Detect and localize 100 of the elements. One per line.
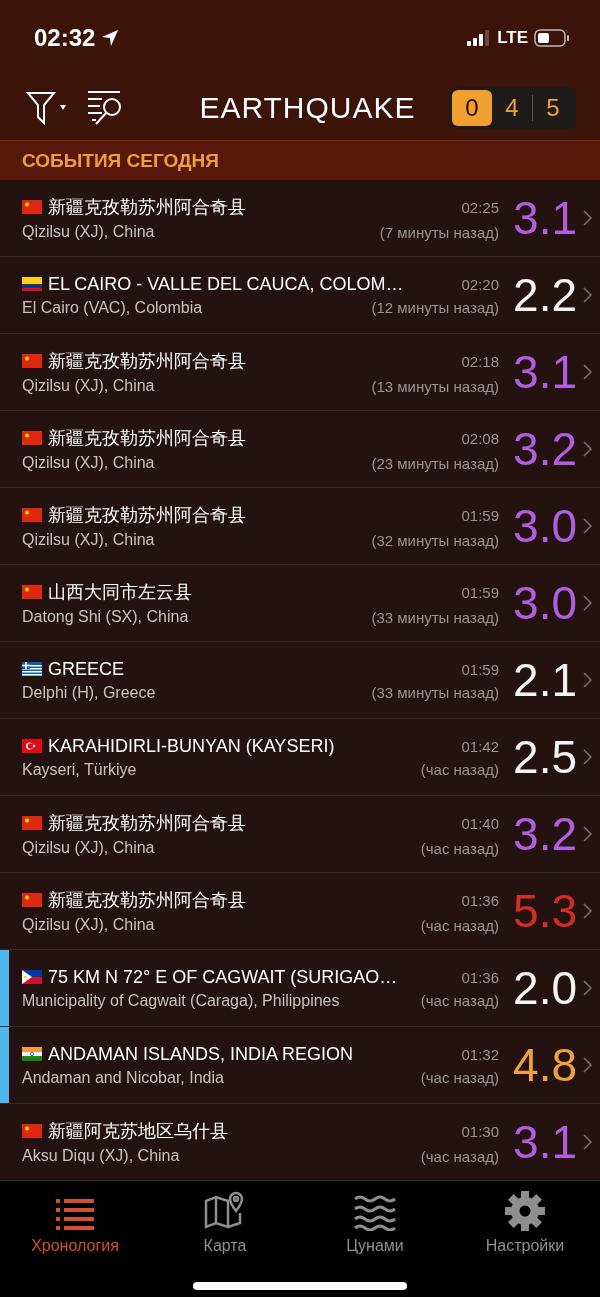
event-time: 02:18 [461,352,499,370]
event-title: GREECE [48,658,125,680]
event-time: 01:59 [461,506,499,524]
settings-icon [505,1191,545,1231]
event-row[interactable]: ANDAMAN ISLANDS, INDIA REGION 01:32 Andaman and Nicobar, India (час назад) 4.8 [0,1027,600,1104]
flag-icon [22,1124,42,1138]
event-time: 01:32 [461,1045,499,1063]
event-row[interactable]: GREECE 01:59 Delphi (H), Greece (33 минуты назад) 2.1 [0,642,600,719]
tab-bar-item[interactable]: Цунами [300,1191,450,1255]
tab-bar-item[interactable]: Хронология [0,1191,150,1255]
chevron-icon [583,826,592,842]
search-list-icon[interactable] [86,90,124,126]
time-ago: (час назад) [420,1147,499,1165]
chevron-icon [583,441,592,457]
section-header: СОБЫТИЯ СЕГОДНЯ [22,149,219,172]
flag-icon [22,816,42,830]
clock-time: 02:32 [34,24,96,52]
time-ago: (час назад) [420,916,499,934]
event-location: Qizilsu (XJ), China [22,839,155,857]
magnitude: 2.0 [512,965,577,1011]
event-location: Municipality of Cagwait (Caraga), Philippines [22,991,340,1010]
event-title: 新疆克孜勒苏州阿合奇县 [48,889,246,912]
event-title: 山西大同市左云县 [48,581,192,604]
flag-icon [22,431,42,445]
chevron-icon [583,210,592,226]
event-row[interactable]: 新疆克孜勒苏州阿合奇县 02:08 Qizilsu (XJ), China (23 минуты назад) 3.2 [0,411,600,488]
magnitude: 3.0 [512,503,577,549]
chevron-icon [583,980,592,996]
event-title: 新疆克孜勒苏州阿合奇县 [48,196,246,219]
event-time: 01:42 [461,737,499,755]
map-icon [204,1191,246,1231]
flag-icon [22,662,42,676]
event-location: El Cairo (VAC), Colombia [22,298,203,317]
magnitude: 3.1 [512,349,577,395]
event-time: 02:08 [461,429,499,447]
filter-icon[interactable] [26,91,68,125]
counter-segment[interactable]: 0 [452,90,492,126]
counter-segment[interactable]: 5 [533,90,573,126]
flag-icon [22,893,42,907]
magnitude: 2.2 [512,272,577,318]
event-time: 01:36 [461,891,499,909]
event-title: 新疆阿克苏地区乌什县 [48,1120,228,1143]
event-time: 01:59 [461,583,499,601]
event-location: Qizilsu (XJ), China [22,531,155,549]
time-ago: (час назад) [420,839,499,857]
event-row[interactable]: 新疆克孜勒苏州阿合奇县 02:25 Qizilsu (XJ), China (7 минуты назад) 3.1 [0,180,600,257]
event-row[interactable]: 山西大同市左云县 01:59 Datong Shi (SX), China (33 минуты назад) 3.0 [0,565,600,642]
magnitude: 3.1 [512,1119,577,1165]
chevron-icon [583,903,592,919]
chevron-icon [583,1134,592,1150]
flag-icon [22,1047,42,1061]
network-label: LTE [497,28,528,48]
time-ago: (час назад) [420,761,499,778]
counter-segment[interactable]: 4 [492,90,532,126]
time-ago: (33 минуты назад) [371,608,499,626]
event-location: Aksu Diqu (XJ), China [22,1147,180,1165]
list-icon [56,1199,94,1231]
chevron-icon [583,749,592,765]
time-ago: (23 минуты назад) [371,454,499,472]
chevron-icon [583,518,592,534]
event-row[interactable]: 新疆克孜勒苏州阿合奇县 01:36 Qizilsu (XJ), China (час назад) 5.3 [0,873,600,950]
time-ago: (час назад) [420,1069,499,1086]
event-row[interactable]: 新疆克孜勒苏州阿合奇县 02:18 Qizilsu (XJ), China (13 минуты назад) 3.1 [0,334,600,411]
battery-icon [534,29,570,47]
event-location: Qizilsu (XJ), China [22,454,155,472]
counter-segmented-control[interactable]: 0 4 5 [449,87,576,129]
event-time: 01:40 [461,814,499,832]
time-ago: (32 минуты назад) [371,531,499,549]
tab-bar-item[interactable]: Настройки [450,1191,600,1255]
flag-icon [22,508,42,522]
time-ago: (13 минуты назад) [371,377,499,395]
event-row[interactable]: 新疆克孜勒苏州阿合奇县 01:40 Qizilsu (XJ), China (час назад) 3.2 [0,796,600,873]
event-location: Andaman and Nicobar, India [22,1068,224,1087]
event-title: 新疆克孜勒苏州阿合奇县 [48,812,246,835]
event-title: ANDAMAN ISLANDS, INDIA REGION [48,1043,354,1065]
event-row[interactable]: KARAHIDIRLI-BUNYAN (KAYSERI) 01:42 Kayseri, Türkiye (час назад) 2.5 [0,719,600,796]
waves-icon [353,1195,397,1231]
event-location: Qizilsu (XJ), China [22,223,155,241]
magnitude: 2.1 [512,657,577,703]
magnitude: 4.8 [512,1042,577,1088]
event-time: 01:30 [461,1122,499,1140]
event-time: 02:20 [461,275,499,293]
event-title: 新疆克孜勒苏州阿合奇县 [48,427,246,450]
event-location: Datong Shi (SX), China [22,608,189,626]
flag-icon [22,200,42,214]
magnitude: 3.2 [512,811,577,857]
event-row[interactable]: 新疆克孜勒苏州阿合奇县 01:59 Qizilsu (XJ), China (32 минуты назад) 3.0 [0,488,600,565]
app-title: EARTHQUAKE [198,91,417,125]
event-row[interactable]: EL CAIRO - VALLE DEL CAUCA, COLOM… 02:20 El Cairo (VAC), Colombia (12 минуты назад) 2.2 [0,257,600,334]
event-title: 新疆克孜勒苏州阿合奇县 [48,350,246,373]
flag-icon [22,277,42,291]
chevron-icon [583,672,592,688]
tab-bar-item[interactable]: Карта [150,1191,300,1255]
event-title: 新疆克孜勒苏州阿合奇县 [48,504,246,527]
time-ago: (час назад) [420,992,499,1009]
event-row[interactable]: 75 KM N 72° E OF CAGWAIT (SURIGAO… 01:36 Municipality of Cagwait (Caraga), Philippines (час назад) 2.0 [0,950,600,1027]
event-location: Kayseri, Türkiye [22,760,137,779]
chevron-icon [583,595,592,611]
location-arrow-icon [101,29,120,47]
event-location: Delphi (H), Greece [22,683,156,702]
